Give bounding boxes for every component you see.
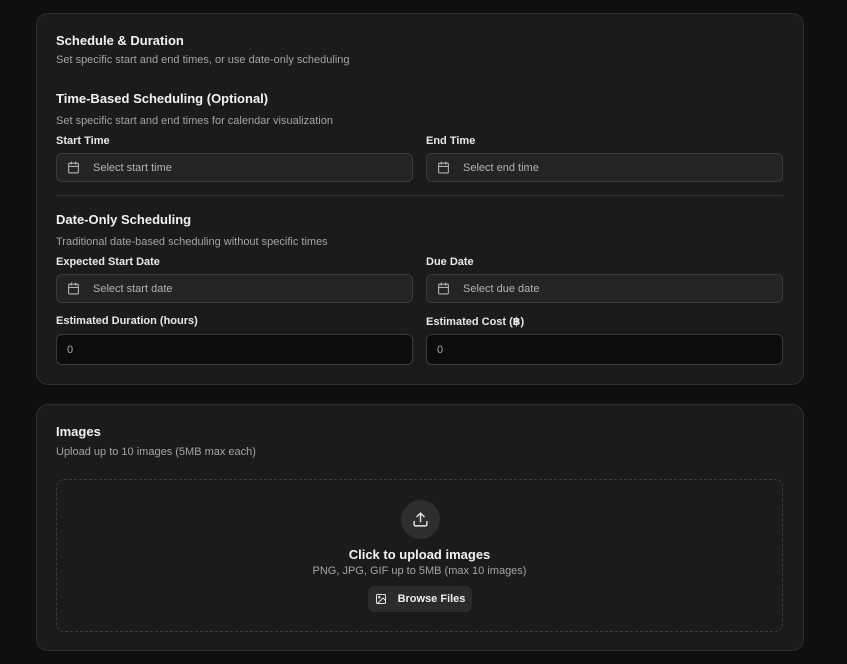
calendar-icon xyxy=(438,282,449,295)
duration-label: Estimated Duration (hours) xyxy=(56,315,198,327)
time-based-title: Time-Based Scheduling (Optional) xyxy=(56,91,269,106)
image-icon xyxy=(375,594,386,604)
duration-input[interactable] xyxy=(56,334,413,365)
upload-button-circle[interactable] xyxy=(401,500,440,539)
section-divider xyxy=(56,195,783,196)
start-time-picker[interactable]: Select start time xyxy=(56,153,413,182)
cost-input[interactable] xyxy=(426,334,783,365)
date-only-title: Date-Only Scheduling xyxy=(56,212,192,227)
cost-label: Estimated Cost (฿) xyxy=(426,316,525,328)
dropzone-title: Click to upload images xyxy=(348,547,491,562)
calendar-icon xyxy=(68,282,79,295)
start-time-placeholder: Select start time xyxy=(93,161,172,174)
start-time-label: Start Time xyxy=(56,135,110,147)
upload-icon xyxy=(413,512,428,527)
images-title: Images xyxy=(56,424,101,439)
due-date-label: Due Date xyxy=(426,256,474,268)
images-description: Upload up to 10 images (5MB max each) xyxy=(56,446,256,458)
image-dropzone[interactable]: Click to upload images PNG, JPG, GIF up … xyxy=(56,479,783,632)
due-date-picker[interactable]: Select due date xyxy=(426,274,783,303)
due-date-placeholder: Select due date xyxy=(463,282,540,295)
schedule-duration-card: Schedule & Duration Set specific start a… xyxy=(36,13,804,385)
end-time-label: End Time xyxy=(426,135,476,147)
browse-files-label: Browse Files xyxy=(397,593,466,605)
schedule-description: Set specific start and end times, or use… xyxy=(56,54,350,66)
calendar-icon xyxy=(68,161,79,174)
end-time-placeholder: Select end time xyxy=(463,161,539,174)
time-based-description: Set specific start and end times for cal… xyxy=(56,115,333,127)
dropzone-hint: PNG, JPG, GIF up to 5MB (max 10 images) xyxy=(312,565,527,577)
images-card: Images Upload up to 10 images (5MB max e… xyxy=(36,404,804,651)
schedule-title: Schedule & Duration xyxy=(56,33,184,48)
end-time-picker[interactable]: Select end time xyxy=(426,153,783,182)
browse-files-button[interactable]: Browse Files xyxy=(368,586,472,612)
date-only-description: Traditional date-based scheduling withou… xyxy=(56,236,328,248)
calendar-icon xyxy=(438,161,449,174)
expected-start-date-picker[interactable]: Select start date xyxy=(56,274,413,303)
expected-start-date-label: Expected Start Date xyxy=(56,256,160,268)
start-date-placeholder: Select start date xyxy=(93,282,173,295)
